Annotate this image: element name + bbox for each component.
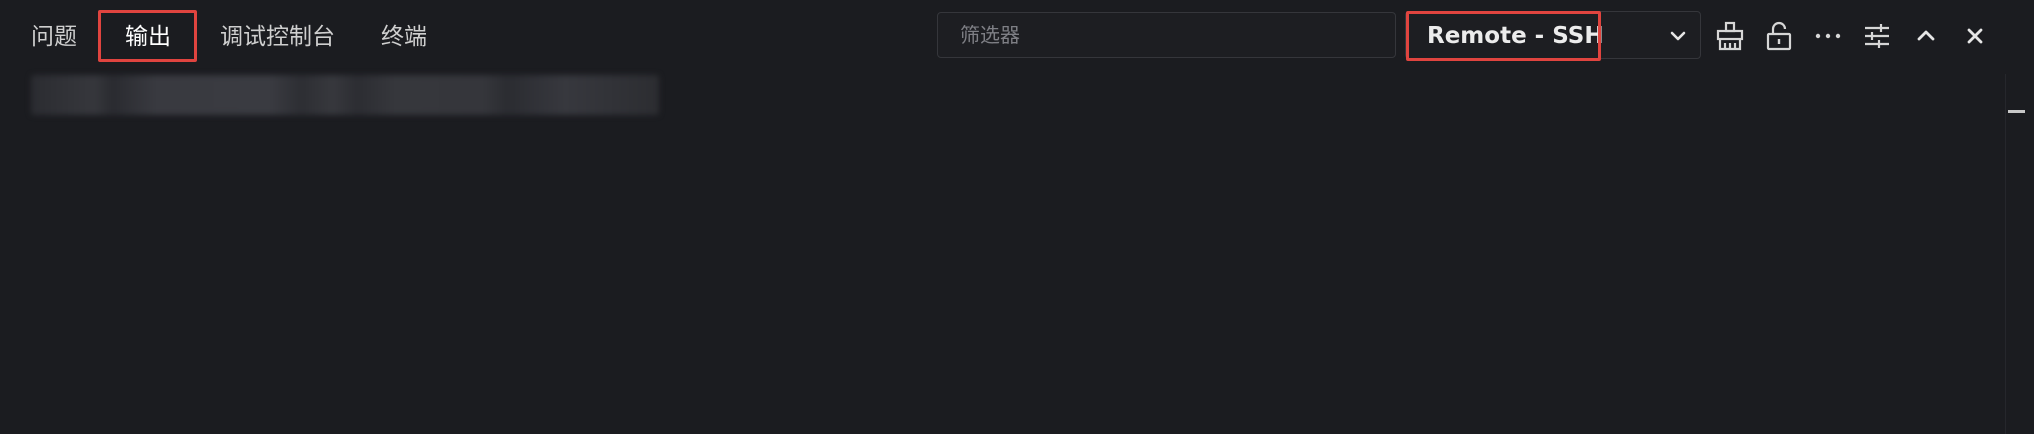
settings-icon[interactable]: [1860, 19, 1894, 53]
tab-output-highlight: [98, 10, 197, 62]
scroll-position-marker: [2008, 110, 2025, 113]
filter-box: [937, 12, 1396, 58]
panel-tab-bar: 问题 输出 调试控制台 终端 Remote - SSH: [0, 0, 2034, 74]
tab-problems[interactable]: 问题: [31, 0, 77, 74]
chevron-down-icon: [1668, 26, 1688, 50]
maximize-panel-icon[interactable]: [1909, 19, 1943, 53]
vertical-scrollbar[interactable]: [2005, 74, 2034, 434]
output-log-line-redacted: [31, 75, 659, 115]
filter-input[interactable]: [938, 13, 1395, 57]
tab-debug-console[interactable]: 调试控制台: [220, 0, 335, 74]
tab-terminal[interactable]: 终端: [381, 0, 427, 74]
clear-output-icon[interactable]: [1713, 19, 1747, 53]
channel-select-highlight: [1406, 11, 1601, 61]
lock-scroll-icon[interactable]: [1762, 19, 1796, 53]
output-panel: 问题 输出 调试控制台 终端 Remote - SSH: [0, 0, 2034, 434]
more-actions-icon[interactable]: [1811, 19, 1845, 53]
close-panel-icon[interactable]: [1958, 19, 1992, 53]
